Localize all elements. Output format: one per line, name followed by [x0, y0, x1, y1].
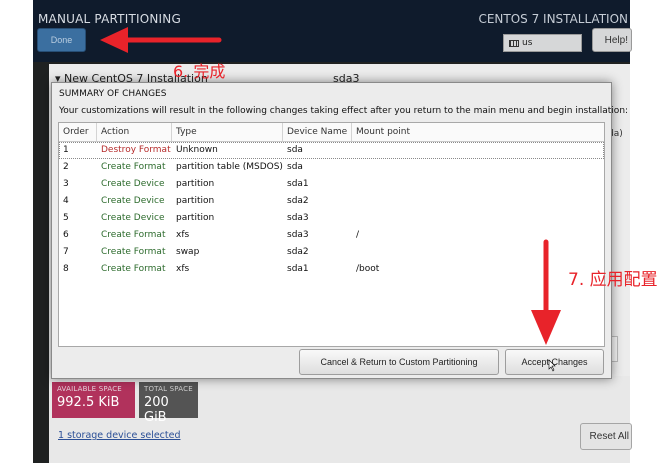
annotation-arrows [100, 27, 561, 372]
mouse-cursor-icon [548, 359, 556, 372]
done-step-annotation: 6. 完成 [173, 62, 226, 81]
accept-arrow-icon [531, 239, 561, 345]
done-arrow-icon [100, 27, 222, 53]
accept-step-annotation: 7. 应用配置 [568, 270, 658, 290]
